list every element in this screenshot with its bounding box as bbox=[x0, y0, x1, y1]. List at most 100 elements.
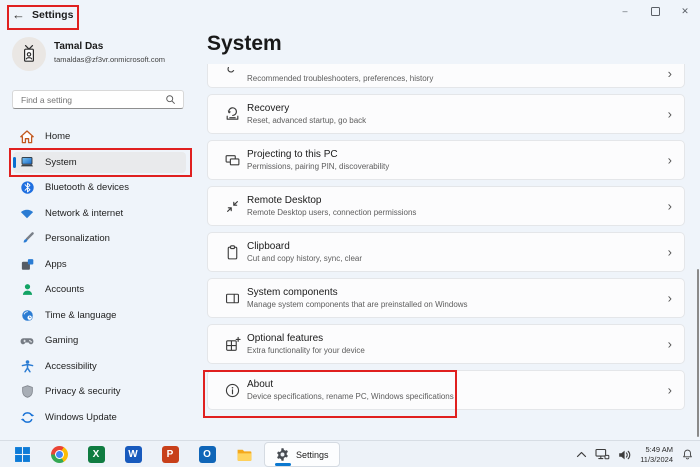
id-badge-icon bbox=[23, 45, 35, 62]
troubleshoot-icon bbox=[225, 64, 242, 82]
chevron-right-icon: › bbox=[667, 152, 672, 168]
settings-card-projecting[interactable]: Projecting to this PC Permissions, pairi… bbox=[207, 140, 685, 180]
word-icon: W bbox=[124, 446, 142, 463]
clipboard-icon bbox=[224, 244, 241, 261]
sidebar-item-network[interactable]: Network & internet bbox=[0, 201, 200, 227]
card-subtitle: Extra functionality for your device bbox=[247, 346, 365, 355]
sidebar-item-label: Bluetooth & devices bbox=[45, 182, 129, 194]
search-box[interactable] bbox=[12, 90, 184, 109]
system-icon bbox=[19, 154, 35, 170]
settings-card-list: Recovery Reset, advanced startup, go bac… bbox=[207, 94, 685, 410]
sidebar-item-label: Personalization bbox=[45, 233, 110, 245]
settings-card-system-components[interactable]: System components Manage system componen… bbox=[207, 278, 685, 318]
card-title: Projecting to this PC bbox=[247, 149, 338, 160]
windows-logo-icon bbox=[14, 447, 30, 462]
close-button[interactable]: ✕ bbox=[670, 0, 700, 22]
network-icon bbox=[19, 205, 35, 221]
sidebar-item-privacy[interactable]: Privacy & security bbox=[0, 379, 200, 405]
chrome-button[interactable] bbox=[49, 445, 69, 465]
sidebar-item-accessibility[interactable]: Accessibility bbox=[0, 354, 200, 380]
sidebar-item-label: Gaming bbox=[45, 335, 79, 347]
tray-time: 5:49 AM bbox=[645, 444, 673, 454]
window-title: Settings bbox=[32, 9, 74, 21]
settings-window: ← Settings – ✕ Tamal Das tamaldas@zf3vr.… bbox=[0, 0, 700, 467]
outlook-icon: O bbox=[198, 446, 216, 463]
windows-update-icon bbox=[19, 409, 35, 425]
excel-button[interactable]: X bbox=[86, 445, 106, 465]
tray-network-icon[interactable] bbox=[595, 448, 610, 461]
outlook-button[interactable]: O bbox=[197, 445, 217, 465]
sidebar-item-bluetooth[interactable]: Bluetooth & devices bbox=[0, 175, 200, 201]
sidebar-item-label: System bbox=[45, 156, 77, 168]
sidebar-item-label: Privacy & security bbox=[45, 386, 121, 398]
taskbar-settings-label: Settings bbox=[296, 449, 329, 460]
maximize-button[interactable] bbox=[640, 0, 670, 22]
file-explorer-button[interactable] bbox=[234, 445, 254, 465]
personalization-icon bbox=[19, 231, 35, 247]
search-icon bbox=[165, 94, 176, 105]
window-controls: – ✕ bbox=[610, 0, 700, 22]
start-button[interactable] bbox=[12, 445, 32, 465]
settings-card-troubleshoot-partial[interactable]: Recommended troubleshooters, preferences… bbox=[207, 64, 685, 88]
sidebar-item-personalization[interactable]: Personalization bbox=[0, 226, 200, 252]
chevron-right-icon: › bbox=[667, 244, 672, 260]
avatar[interactable] bbox=[12, 37, 46, 71]
card-title: Remote Desktop bbox=[247, 195, 322, 206]
card-subtitle: Permissions, pairing PIN, discoverabilit… bbox=[247, 162, 390, 171]
chevron-right-icon: › bbox=[667, 106, 672, 122]
card-title: System components bbox=[247, 287, 338, 298]
time-language-icon bbox=[19, 307, 35, 323]
user-email: tamaldas@zf3vr.onmicrosoft.com bbox=[54, 55, 165, 64]
tray-clock[interactable]: 5:49 AM 11/3/2024 bbox=[640, 445, 673, 465]
settings-card-remote-desktop[interactable]: Remote Desktop Remote Desktop users, con… bbox=[207, 186, 685, 226]
privacy-shield-icon bbox=[19, 384, 35, 400]
active-app-indicator bbox=[275, 463, 291, 466]
powerpoint-button[interactable]: P bbox=[160, 445, 180, 465]
taskbar-pinned-apps: X W P O bbox=[12, 445, 254, 465]
card-title: Optional features bbox=[247, 333, 324, 344]
accounts-icon bbox=[19, 282, 35, 298]
word-button[interactable]: W bbox=[123, 445, 143, 465]
card-subtitle: Recommended troubleshooters, preferences… bbox=[247, 74, 434, 83]
tray-chevron-up-icon[interactable] bbox=[576, 450, 587, 459]
card-title: About bbox=[247, 379, 274, 390]
sidebar-item-label: Apps bbox=[45, 258, 67, 270]
tray-notification-bell-icon[interactable] bbox=[681, 448, 694, 461]
home-icon bbox=[19, 129, 35, 145]
apps-icon bbox=[19, 256, 35, 272]
sidebar-item-system[interactable]: System bbox=[0, 150, 200, 176]
search-input[interactable] bbox=[13, 94, 165, 105]
chevron-right-icon: › bbox=[667, 290, 672, 306]
taskbar: X W P O Settings 5:49 AM 11/3/2024 bbox=[0, 440, 700, 467]
chevron-right-icon: › bbox=[667, 198, 672, 214]
sidebar-item-apps[interactable]: Apps bbox=[0, 252, 200, 278]
gaming-icon bbox=[19, 333, 35, 349]
sidebar-item-windows-update[interactable]: Windows Update bbox=[0, 405, 200, 431]
card-subtitle: Remote Desktop users, connection permiss… bbox=[247, 208, 417, 217]
chevron-right-icon: › bbox=[667, 382, 672, 398]
sidebar-item-label: Home bbox=[45, 131, 71, 143]
sidebar-item-accounts[interactable]: Accounts bbox=[0, 277, 200, 303]
user-name: Tamal Das bbox=[54, 41, 104, 52]
scrollbar-thumb[interactable] bbox=[697, 269, 699, 437]
settings-card-about[interactable]: About Device specifications, rename PC, … bbox=[207, 370, 685, 410]
settings-card-recovery[interactable]: Recovery Reset, advanced startup, go bac… bbox=[207, 94, 685, 134]
card-subtitle: Cut and copy history, sync, clear bbox=[247, 254, 363, 263]
minimize-button[interactable]: – bbox=[610, 0, 640, 22]
card-subtitle: Device specifications, rename PC, Window… bbox=[247, 392, 454, 401]
taskbar-settings-button[interactable]: Settings bbox=[264, 442, 340, 467]
tray-volume-icon[interactable] bbox=[618, 449, 632, 461]
settings-card-clipboard[interactable]: Clipboard Cut and copy history, sync, cl… bbox=[207, 232, 685, 272]
sidebar-item-time-language[interactable]: Time & language bbox=[0, 303, 200, 329]
chevron-right-icon: › bbox=[667, 66, 672, 81]
settings-card-optional-features[interactable]: Optional features Extra functionality fo… bbox=[207, 324, 685, 364]
chevron-right-icon: › bbox=[667, 336, 672, 352]
page-title: System bbox=[207, 32, 282, 55]
optional-features-icon bbox=[224, 336, 241, 353]
sidebar-item-home[interactable]: Home bbox=[0, 124, 200, 150]
sidebar-item-gaming[interactable]: Gaming bbox=[0, 328, 200, 354]
sidebar-item-label: Windows Update bbox=[45, 411, 117, 423]
remote-desktop-icon bbox=[224, 198, 241, 215]
system-tray: 5:49 AM 11/3/2024 bbox=[576, 445, 700, 465]
back-button[interactable]: ← bbox=[12, 7, 25, 22]
